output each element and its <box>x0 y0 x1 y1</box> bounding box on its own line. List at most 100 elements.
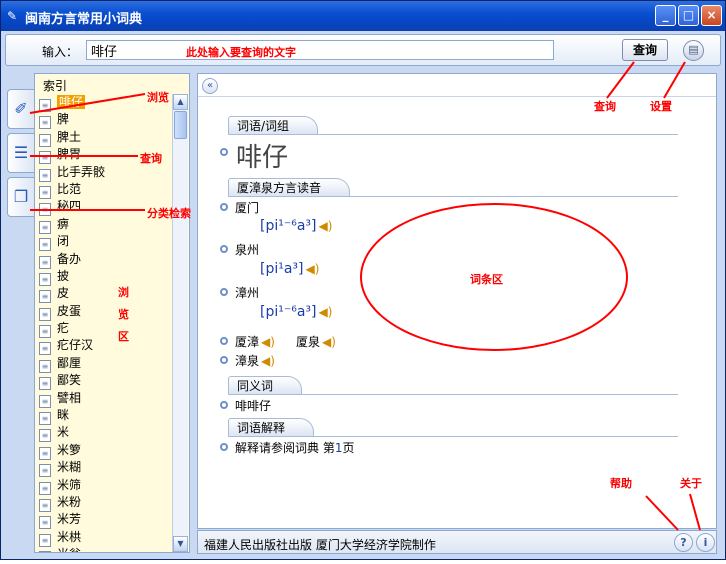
list-item[interactable]: ≡ 皮 <box>37 285 171 304</box>
document-icon: ≡ <box>39 325 51 339</box>
book-icon: ❐ <box>13 187 29 206</box>
annotation-entry-area: 词条区 <box>470 273 503 286</box>
document-icon: ≡ <box>39 446 51 460</box>
list-item-label: 痹 <box>57 216 70 231</box>
annotation-settings: 设置 <box>650 100 672 113</box>
speaker-icon[interactable]: ◀) <box>319 219 333 233</box>
annotation-help: 帮助 <box>610 477 632 490</box>
document-icon: ≡ <box>39 498 51 512</box>
scroll-down-icon[interactable]: ▼ <box>173 536 188 552</box>
speaker-icon[interactable]: ◀) <box>261 354 275 368</box>
divider <box>228 394 678 395</box>
list-item[interactable]: ≡ 鄙厘 <box>37 355 171 373</box>
document-icon: ≡ <box>39 99 51 112</box>
list-item[interactable]: ≡ 米粉 <box>37 494 171 512</box>
browse-icon: ✐ <box>14 99 28 118</box>
list-item[interactable]: ≡ 譬相 <box>37 390 171 408</box>
list-item[interactable]: ≡ 疕仔汉 <box>37 337 171 356</box>
maximize-button[interactable]: □ <box>678 5 699 26</box>
list-item-label: 譬相 <box>57 390 82 405</box>
search-button[interactable]: 查询 <box>622 39 668 61</box>
list-item-label: 脾土 <box>57 129 82 144</box>
list-item[interactable]: ≡ 米箩 <box>37 442 171 460</box>
document-icon: ≡ <box>39 377 51 391</box>
info-icon: i <box>703 536 708 549</box>
section-synonym: 同义词 <box>228 376 303 394</box>
bullet-icon <box>220 148 228 156</box>
document-icon: ≡ <box>39 203 51 217</box>
speaker-icon[interactable]: ◀) <box>261 335 275 349</box>
list-item-label: 米筛 <box>57 477 82 492</box>
annotation-browse-area-1: 浏 <box>118 286 129 299</box>
document-icon: ≡ <box>39 185 51 199</box>
explanation-text: 解释请参阅词典 第1页 <box>235 441 355 455</box>
scroll-thumb[interactable] <box>174 111 187 139</box>
title-bar[interactable]: ✎ 闽南方言常用小词典 _ □ × <box>1 1 725 31</box>
list-item[interactable]: ≡ 皮蛋 <box>37 303 171 321</box>
tab-category[interactable]: ❐ <box>7 177 35 217</box>
bullet-icon <box>220 203 228 211</box>
bullet-icon <box>220 401 228 409</box>
list-item-label: 皮 <box>57 286 70 301</box>
list-item-label: 眯 <box>57 408 70 423</box>
search-input[interactable] <box>86 40 554 60</box>
list-item-label: 米瓮 <box>57 547 81 552</box>
list-item[interactable]: ≡ 鄙笑 <box>37 372 171 391</box>
settings-button[interactable]: ▤ <box>683 40 704 61</box>
list-item[interactable]: ≡ 疕 <box>37 320 171 339</box>
list-item[interactable]: ≡ 比手弄骹 <box>37 164 171 182</box>
close-button[interactable]: × <box>701 5 722 26</box>
list-item[interactable]: ≡ 比范 <box>37 181 171 199</box>
help-icon: ? <box>680 536 687 549</box>
list-item[interactable]: ≡ 眯 <box>37 407 171 426</box>
city-xiamen: 厦门 <box>235 201 260 215</box>
minimize-button[interactable]: _ <box>655 5 676 26</box>
divider <box>198 96 716 97</box>
list-item[interactable]: ≡ 米 <box>37 424 171 443</box>
list-item-label: 米芳 <box>57 512 82 527</box>
document-icon: ≡ <box>39 481 51 495</box>
document-icon: ≡ <box>39 394 51 408</box>
list-item[interactable]: ≡ 闭 <box>37 233 171 252</box>
divider <box>228 436 678 437</box>
list-item[interactable]: ≡ 米筛 <box>37 477 171 495</box>
speaker-icon[interactable]: ◀) <box>319 305 333 319</box>
speaker-icon[interactable]: ◀) <box>322 335 336 349</box>
list-item[interactable]: ≡ 米瓮 <box>37 546 171 552</box>
speaker-icon[interactable]: ◀) <box>306 262 320 276</box>
scroll-up-icon[interactable]: ▲ <box>173 94 188 110</box>
document-icon: ≡ <box>39 551 51 552</box>
annotation-input-hint: 此处输入要查询的文字 <box>186 46 296 59</box>
list-item[interactable]: ≡ 备办 <box>37 251 171 269</box>
list-item-label: 脾胃 <box>57 147 82 162</box>
list-item[interactable]: ≡ 米芳 <box>37 511 171 530</box>
document-icon: ≡ <box>39 272 51 286</box>
list-item[interactable]: ≡ 脾 <box>37 111 171 130</box>
list-item[interactable]: ≡ 披 <box>37 268 171 286</box>
document-icon: ≡ <box>39 151 51 165</box>
bullet-icon <box>220 356 228 364</box>
divider <box>228 134 678 135</box>
tab-query[interactable]: ☰ <box>7 133 35 173</box>
bullet-icon <box>220 337 228 345</box>
index-scrollbar[interactable]: ▲ ▼ <box>172 94 188 552</box>
synonym-text[interactable]: 啡啡仔 <box>235 397 271 414</box>
bullet-icon <box>220 288 228 296</box>
list-item-label: 比手弄骹 <box>57 164 106 179</box>
document-icon: ≡ <box>39 412 51 426</box>
about-button[interactable]: i <box>696 533 715 552</box>
list-item-label: 秘四 <box>57 199 82 214</box>
help-button[interactable]: ? <box>674 533 693 552</box>
footer-text: 福建人民出版社出版 厦门大学经济学院制作 <box>204 538 436 552</box>
list-item-label: 鄙笑 <box>57 373 82 388</box>
collapse-icon[interactable]: « <box>202 78 218 94</box>
list-item-label: 比范 <box>57 181 82 196</box>
document-icon: ≡ <box>39 533 51 547</box>
pinyin-zhangzhou: [pi¹⁻⁶a³] ◀) <box>260 304 333 320</box>
input-label: 输入： <box>42 45 79 59</box>
list-item[interactable]: ≡ 米栱 <box>37 529 171 547</box>
list-item[interactable]: ≡ 米糊 <box>37 459 171 478</box>
tab-browse[interactable]: ✐ <box>7 89 35 129</box>
list-item[interactable]: ≡ 脾土 <box>37 129 171 147</box>
document-icon: ≡ <box>39 516 51 530</box>
